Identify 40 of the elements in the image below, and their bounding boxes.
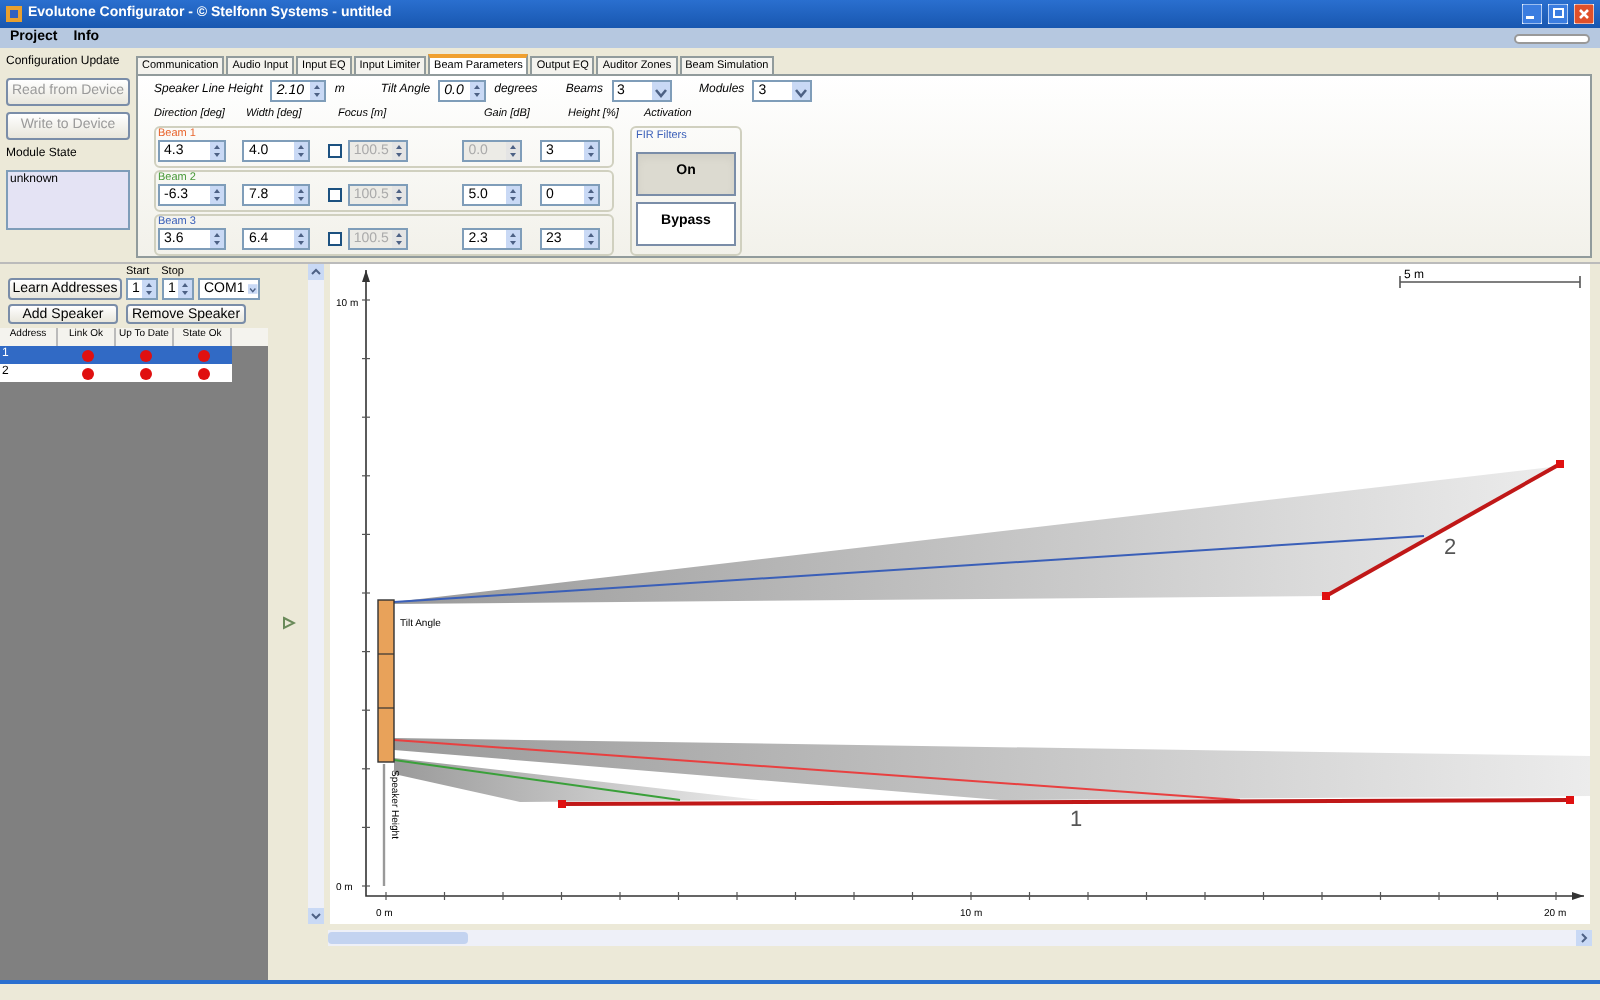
spin-arrows-icon [506,230,521,249]
spin-arrows-icon [210,142,224,161]
spin-arrows-icon [391,186,406,205]
chevron-down-icon [792,82,811,100]
spin-arrows-icon [583,186,598,205]
spin-arrows-icon [470,82,485,100]
spin-arrows-icon [583,142,598,161]
spin-arrows-icon [310,82,325,100]
restore-icon[interactable] [1548,4,1568,24]
zone-label: 1 [1070,808,1083,833]
spin-arrows-icon [391,142,406,161]
spin-arrows-icon [506,142,521,161]
menu-field[interactable] [1514,33,1590,43]
app-icon [6,6,22,22]
spin-arrows-icon [178,280,192,299]
chevron-down-icon [651,82,669,100]
scroll-up-icon[interactable] [308,264,324,281]
spin-arrows-icon [294,230,309,249]
spin-arrows-icon [583,230,598,249]
height-line [382,764,386,887]
spin-arrows-icon [210,230,224,249]
spin-arrows-icon [294,142,309,161]
spin-arrows-icon [210,186,224,205]
vertical-scrollbar[interactable] [308,264,324,925]
close-icon[interactable] [1574,4,1594,24]
checkbox[interactable] [327,188,342,203]
horizontal-scrollbar[interactable] [328,930,1592,947]
spin-arrows-icon [294,186,309,205]
minimize-icon[interactable] [1522,4,1542,24]
scroll-down-icon[interactable] [308,908,324,925]
checkbox[interactable] [327,232,342,247]
checkbox[interactable] [327,144,342,159]
spin-arrows-icon [391,230,406,249]
spin-arrows-icon [506,186,521,205]
scroll-thumb[interactable] [328,932,468,945]
spin-arrows-icon [142,280,156,299]
chevron-down-icon [248,280,258,299]
scroll-right-icon[interactable] [1576,930,1592,947]
zone-label: 2 [1444,536,1457,561]
splitter-arrow-icon[interactable] [281,615,295,630]
